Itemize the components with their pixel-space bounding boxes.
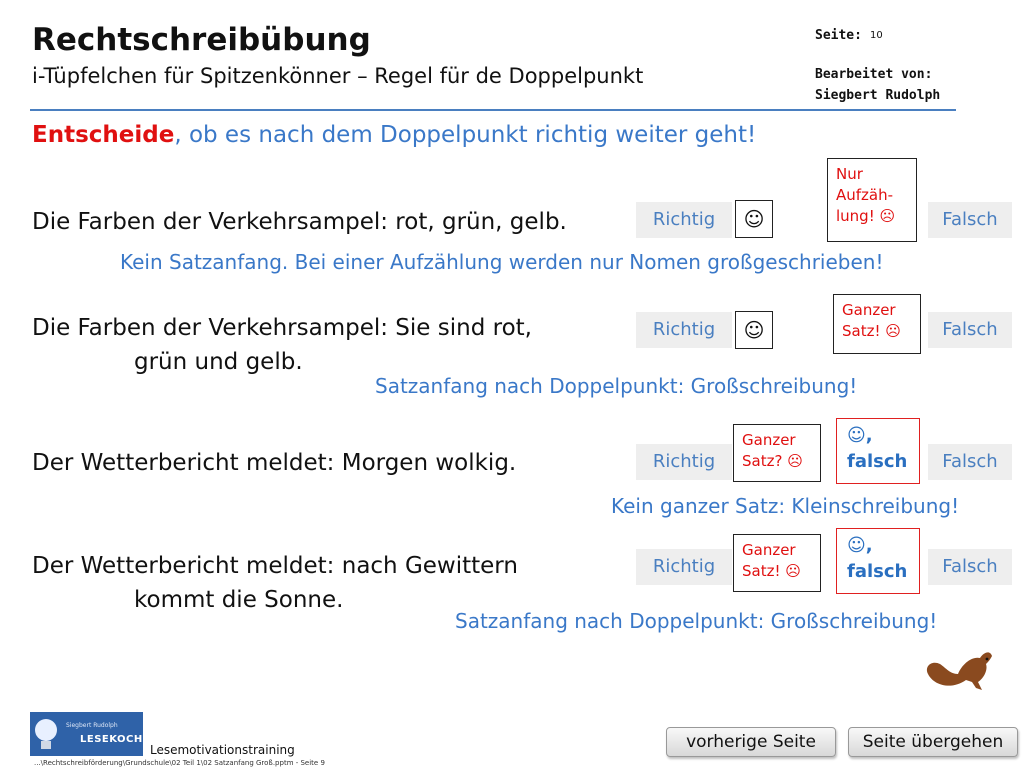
skip-page-button[interactable]: Seite übergehen	[848, 727, 1018, 757]
squirrel-icon	[926, 652, 992, 690]
logo-brand: LESEKOCH	[80, 734, 143, 745]
exercise-4-hint-line1: Ganzer	[742, 541, 796, 559]
exercise-3-line1: Der Wetterbericht meldet: Morgen wolkig.	[32, 450, 517, 476]
header-divider	[30, 109, 956, 111]
exercise-1-richtig-button[interactable]: Richtig	[636, 202, 732, 238]
exercise-3-result-line1: ☺,	[847, 425, 873, 446]
exercise-3-sentence: Der Wetterbericht meldet: Morgen wolkig.	[32, 446, 516, 480]
exercise-4-richtig-button[interactable]: Richtig	[636, 549, 732, 585]
exercise-4-sentence: Der Wetterbericht meldet: nach Gewittern…	[32, 549, 518, 617]
exercise-4-line2: kommt die Sonne.	[134, 587, 344, 613]
exercise-2-hint-box: Ganzer Satz! ☹	[833, 294, 921, 354]
exercise-2-sentence: Die Farben der Verkehrsampel: Sie sind r…	[32, 311, 532, 379]
exercise-1-hint-line2: Aufzäh-	[836, 186, 894, 204]
exercise-3-hint-line1: Ganzer	[742, 431, 796, 449]
exercise-4-hint-box: Ganzer Satz! ☹	[733, 534, 821, 592]
instruction: Entscheide, ob es nach dem Doppelpunkt r…	[32, 122, 756, 148]
exercise-2-line1: Die Farben der Verkehrsampel: Sie sind r…	[32, 315, 532, 341]
previous-page-button[interactable]: vorherige Seite	[666, 727, 836, 757]
exercise-4-feedback: Satzanfang nach Doppelpunkt: Großschreib…	[455, 609, 938, 633]
exercise-2-feedback: Satzanfang nach Doppelpunkt: Großschreib…	[375, 374, 858, 398]
exercise-1-line1: Die Farben der Verkehrsampel: rot, grün,…	[32, 209, 567, 235]
exercise-1-sentence: Die Farben der Verkehrsampel: rot, grün,…	[32, 205, 567, 239]
author-name: Siegbert Rudolph	[815, 88, 941, 103]
exercise-3-feedback: Kein ganzer Satz: Kleinschreibung!	[611, 494, 960, 518]
exercise-4-result-box: ☺, falsch	[836, 528, 920, 594]
file-path: ...\Rechtschreibförderung\Grundschule\02…	[34, 759, 325, 767]
logo-name: Siegbert Rudolph	[66, 722, 118, 729]
program-name: Lesemotivationstraining	[150, 743, 295, 757]
exercise-1-hint-box: Nur Aufzäh- lung! ☹	[827, 158, 917, 242]
exercise-2-hint-line1: Ganzer	[842, 301, 896, 319]
exercise-2-smiley-icon: ☺	[735, 311, 773, 349]
exercise-3-result-box: ☺, falsch	[836, 418, 920, 484]
exercise-3-hint-box: Ganzer Satz? ☹	[733, 424, 821, 482]
exercise-3-falsch-button[interactable]: Falsch	[928, 444, 1012, 480]
exercise-3-richtig-button[interactable]: Richtig	[636, 444, 732, 480]
exercise-1-smiley-icon: ☺	[735, 200, 773, 238]
instruction-highlight: Entscheide	[32, 122, 175, 148]
exercise-4-line1: Der Wetterbericht meldet: nach Gewittern	[32, 553, 518, 579]
exercise-1-falsch-button[interactable]: Falsch	[928, 202, 1012, 238]
page-label: Seite:	[815, 28, 862, 43]
instruction-text: , ob es nach dem Doppelpunkt richtig wei…	[174, 122, 757, 148]
page-number: 10	[870, 30, 883, 41]
page-title: Rechtschreibübung	[32, 22, 371, 58]
exercise-2-falsch-button[interactable]: Falsch	[928, 312, 1012, 348]
exercise-3-result-line2: falsch	[847, 451, 908, 472]
exercise-4-result-line1: ☺,	[847, 535, 873, 556]
exercise-4-falsch-button[interactable]: Falsch	[928, 549, 1012, 585]
exercise-2-richtig-button[interactable]: Richtig	[636, 312, 732, 348]
exercise-3-hint-line2: Satz? ☹	[742, 452, 803, 470]
exercise-4-hint-line2: Satz! ☹	[742, 562, 801, 580]
edited-by-label: Bearbeitet von:	[815, 67, 933, 82]
lesekoch-logo: Siegbert Rudolph LESEKOCH	[30, 712, 143, 756]
exercise-1-hint-line1: Nur	[836, 165, 863, 183]
exercise-1-feedback: Kein Satzanfang. Bei einer Aufzählung we…	[120, 250, 884, 274]
exercise-4-result-line2: falsch	[847, 561, 908, 582]
page-subtitle: i-Tüpfelchen für Spitzenkönner – Regel f…	[32, 64, 644, 88]
exercise-2-hint-line2: Satz! ☹	[842, 322, 901, 340]
exercise-1-hint-line3: lung! ☹	[836, 207, 896, 225]
